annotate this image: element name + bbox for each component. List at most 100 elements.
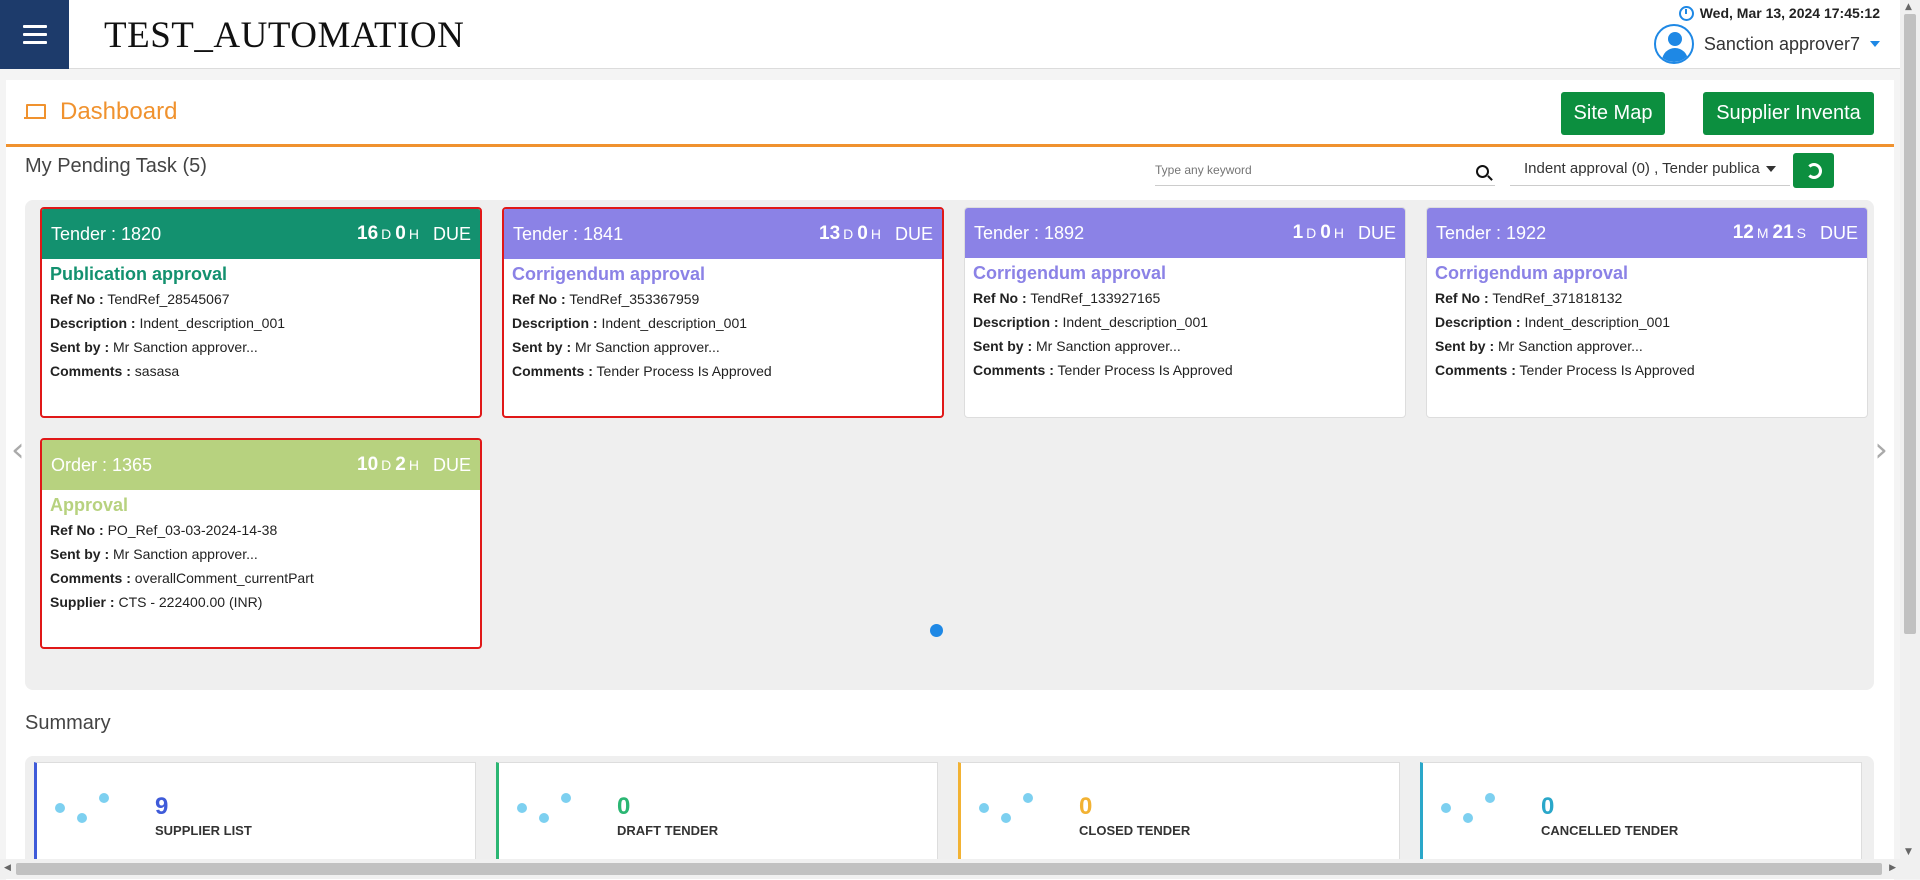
top-bar: TEST_AUTOMATION Wed, Mar 13, 2024 17:45:…: [0, 0, 1900, 69]
summary-card[interactable]: 9 SUPPLIER LIST: [34, 762, 476, 872]
task-name: Corrigendum approval: [1435, 263, 1859, 284]
due-label: DUE: [1358, 223, 1396, 244]
summary-label: CANCELLED TENDER: [1541, 823, 1678, 838]
task-detail: Description : Indent_description_001: [1435, 314, 1859, 330]
due-time: 16D0H: [357, 223, 423, 245]
task-name: Corrigendum approval: [512, 264, 934, 285]
due-time: 13D0H: [819, 223, 885, 245]
task-detail: Sent by : Mr Sanction approver...: [512, 339, 934, 355]
task-card-id: Order : 1365: [51, 455, 357, 476]
avatar: [1654, 24, 1694, 64]
task-card[interactable]: Tender : 1820 16D0H DUE Publication appr…: [40, 207, 482, 418]
pending-task-title: My Pending Task (5): [25, 155, 207, 178]
summary-card[interactable]: 0 CLOSED TENDER: [958, 762, 1400, 872]
task-detail: Comments : Tender Process Is Approved: [512, 363, 934, 379]
task-detail: Description : Indent_description_001: [50, 315, 472, 331]
task-card-body: Publication approval Ref No : TendRef_285…: [42, 259, 480, 392]
search-icon[interactable]: [1476, 165, 1489, 178]
task-detail: Sent by : Mr Sanction approver...: [1435, 338, 1859, 354]
task-detail: Description : Indent_description_001: [512, 315, 934, 331]
task-card-body: Approval Ref No : PO_Ref_03-03-2024-14-38…: [42, 490, 480, 623]
task-detail: Ref No : TendRef_371818132: [1435, 290, 1859, 306]
datetime-text: Wed, Mar 13, 2024 17:45:12: [1700, 5, 1880, 21]
summary-label: CLOSED TENDER: [1079, 823, 1190, 838]
task-card-id: Tender : 1922: [1436, 223, 1733, 244]
due-label: DUE: [1820, 223, 1858, 244]
summary-count: 9: [155, 793, 168, 821]
summary-label: SUPPLIER LIST: [155, 823, 252, 838]
task-detail: Ref No : TendRef_28545067: [50, 291, 472, 307]
task-filter-value: Indent approval (0) , Tender publica: [1524, 160, 1760, 177]
task-detail: Ref No : TendRef_353367959: [512, 291, 934, 307]
summary-card[interactable]: 0 CANCELLED TENDER: [1420, 762, 1862, 872]
main-panel: Dashboard Site Map Supplier Inventa My P…: [6, 80, 1894, 880]
horizontal-scroll-thumb[interactable]: [16, 863, 1882, 875]
task-name: Publication approval: [50, 264, 472, 285]
task-card[interactable]: Tender : 1841 13D0H DUE Corrigendum appr…: [502, 207, 944, 418]
carousel-page-dot[interactable]: [930, 624, 943, 637]
task-card[interactable]: Tender : 1922 12M21S DUE Corrigendum app…: [1426, 207, 1868, 418]
task-detail: Sent by : Mr Sanction approver...: [50, 546, 472, 562]
dashboard-header: Dashboard Site Map Supplier Inventa: [6, 80, 1894, 147]
chevron-down-icon: [1870, 41, 1880, 47]
refresh-icon: [1806, 163, 1822, 179]
task-card-id: Tender : 1892: [974, 223, 1293, 244]
summary-dots-icon: [979, 793, 1039, 833]
app-title: TEST_AUTOMATION: [104, 14, 464, 57]
task-detail: Comments : Tender Process Is Approved: [1435, 362, 1859, 378]
task-card[interactable]: Order : 1365 10D2H DUE Approval Ref No : …: [40, 438, 482, 649]
vertical-scrollbar[interactable]: ▲ ▼: [1900, 0, 1920, 879]
summary-dots-icon: [1441, 793, 1501, 833]
task-card-id: Tender : 1820: [51, 224, 357, 245]
task-detail: Comments : overallComment_currentPart: [50, 570, 472, 586]
horizontal-scrollbar[interactable]: ◀ ▶: [0, 859, 1900, 879]
due-label: DUE: [433, 224, 471, 245]
summary-card[interactable]: 0 DRAFT TENDER: [496, 762, 938, 872]
carousel-prev-icon[interactable]: ‹: [11, 430, 25, 470]
task-filter-select[interactable]: Indent approval (0) , Tender publica: [1510, 152, 1790, 186]
task-name: Corrigendum approval: [973, 263, 1397, 284]
due-time: 1D0H: [1293, 222, 1348, 244]
task-detail: Ref No : TendRef_133927165: [973, 290, 1397, 306]
task-card-header: Tender : 1892 1D0H DUE: [965, 208, 1405, 258]
task-card-body: Corrigendum approval Ref No : TendRef_371…: [1427, 258, 1867, 391]
user-name: Sanction approver7: [1704, 34, 1860, 55]
search-box: [1155, 156, 1495, 186]
task-card-header: Order : 1365 10D2H DUE: [42, 440, 480, 490]
scroll-right-icon[interactable]: ▶: [1889, 863, 1896, 873]
task-card-header: Tender : 1922 12M21S DUE: [1427, 208, 1867, 258]
scroll-left-icon[interactable]: ◀: [4, 863, 11, 873]
summary-label: DRAFT TENDER: [617, 823, 718, 838]
refresh-button[interactable]: [1793, 153, 1834, 188]
menu-icon[interactable]: [0, 0, 69, 69]
due-label: DUE: [433, 455, 471, 476]
supplier-inventory-button[interactable]: Supplier Inventa: [1703, 92, 1874, 135]
task-card-body: Corrigendum approval Ref No : TendRef_353…: [504, 259, 942, 392]
scroll-down-icon[interactable]: ▼: [1905, 847, 1912, 857]
due-time: 10D2H: [357, 454, 423, 476]
task-card-id: Tender : 1841: [513, 224, 819, 245]
task-detail: Sent by : Mr Sanction approver...: [973, 338, 1397, 354]
scroll-up-icon[interactable]: ▲: [1905, 2, 1912, 12]
vertical-scroll-thumb[interactable]: [1904, 14, 1916, 634]
summary-count: 0: [1541, 793, 1554, 821]
summary-dots-icon: [517, 793, 577, 833]
task-detail: Ref No : PO_Ref_03-03-2024-14-38: [50, 522, 472, 538]
task-name: Approval: [50, 495, 472, 516]
summary-title: Summary: [25, 712, 111, 735]
search-input[interactable]: [1155, 156, 1455, 184]
carousel-next-icon[interactable]: ›: [1874, 430, 1888, 470]
task-detail: Comments : Tender Process Is Approved: [973, 362, 1397, 378]
site-map-button[interactable]: Site Map: [1561, 92, 1665, 135]
clock-icon: [1679, 6, 1694, 21]
task-detail: Description : Indent_description_001: [973, 314, 1397, 330]
page-title: Dashboard: [24, 98, 177, 126]
datetime-display: Wed, Mar 13, 2024 17:45:12: [1679, 5, 1880, 21]
laptop-icon: [24, 104, 46, 120]
due-label: DUE: [895, 224, 933, 245]
user-menu[interactable]: Sanction approver7: [1654, 24, 1880, 64]
task-detail: Comments : sasasa: [50, 363, 472, 379]
chevron-down-icon: [1766, 166, 1776, 172]
task-card[interactable]: Tender : 1892 1D0H DUE Corrigendum appro…: [964, 207, 1406, 418]
page-title-text: Dashboard: [60, 98, 177, 126]
